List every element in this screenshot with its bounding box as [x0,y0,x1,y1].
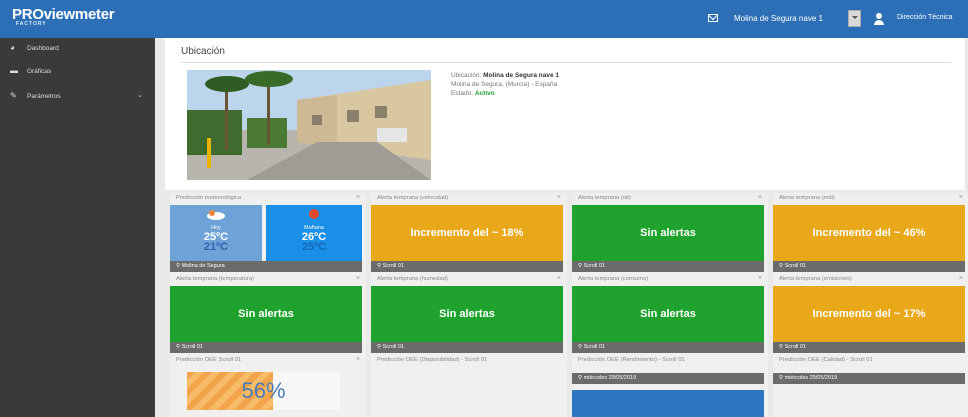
location-info: Ubicación: Molina de Segura nave 1 Molin… [451,72,560,97]
alert-message: Incremento del ~ 17% [812,308,926,320]
location-panel: Ubicación Ubicación: Molina de Segura na… [165,38,965,190]
alert-message: Sin alertas [640,308,696,320]
widget-footer: ⚲ Scroll 01 [170,342,362,353]
cloud-icon [207,210,225,220]
close-icon[interactable]: × [356,356,360,363]
alert-widget-temperatura: Alerta temprana (temperatura) × Sin alert… [170,274,366,356]
close-icon[interactable]: × [959,194,963,201]
widget-footer: ⚲ Molina de Segura [170,261,362,272]
page-title: Ubicación [181,46,225,57]
app-logo[interactable]: PROviewmeter FACTORY [12,6,115,27]
widget-footer: ⚲ Scroll 01 [572,342,764,353]
widget-footer: ⚲ Scroll 01 [371,342,563,353]
user-menu[interactable]: Dirección Técnica [897,14,953,21]
oee-gauge: 56% [187,372,340,410]
close-icon[interactable]: × [959,275,963,282]
alert-widget-humedad: Alerta temprana (humedad) × Sin alertas ⚲… [371,274,567,356]
user-icon[interactable] [874,13,884,25]
alert-message: Sin alertas [439,308,495,320]
alert-widget-noli: Alerta temprana (noli) × Incremento del ~… [773,193,968,275]
oee-calidad-widget: Predicción OEE (Calidad) - Scroll 01 ⚲ m… [773,355,968,417]
widget-footer: ⚲ miércoles 29/05/2019 [773,373,965,384]
close-icon[interactable]: × [557,194,561,201]
close-icon[interactable]: × [758,275,762,282]
chevron-down-icon: ⌄ [137,92,143,99]
plant-selector-label[interactable]: Molina de Segura nave 1 [734,14,823,23]
alert-message: Sin alertas [238,308,294,320]
mail-icon[interactable] [708,14,718,22]
oee-rendimiento-widget: Predicción OEE (Rendimiento) - Scroll 01… [572,355,768,417]
alert-message: Incremento del ~ 18% [410,227,524,239]
oee-value: 56% [241,378,286,403]
weather-widget: Predicción meteorológica × Hoy 25ºC 21ºC… [170,193,366,275]
sidebar-item-parametros[interactable]: ✎ Parámetros ⌄ [0,86,155,108]
widget-header: Predicción meteorológica × [170,193,366,205]
sidebar-item-dashboard[interactable]: ◕ Dashboard [0,38,155,60]
widget-footer: ⚲ miércoles 29/05/2019 [572,373,764,384]
widget-footer: ⚲ Scroll 01 [773,261,965,272]
sidebar-item-graficas[interactable]: ▬ Gráficas [0,61,155,83]
close-icon[interactable]: × [356,275,360,282]
sun-icon [309,209,319,219]
wrench-icon: ✎ [10,91,17,100]
oee-disponibilidad-widget: Predicción OEE (Disponibilidad) - Scroll… [371,355,567,417]
alert-widget-velocidad: Alerta temprana (velocidad) × Incremento … [371,193,567,275]
alert-widget-emisiones: Alerta temprana (emisiones) × Incremento … [773,274,968,356]
close-icon[interactable]: × [356,194,360,201]
close-icon[interactable]: × [758,194,762,201]
alert-message: Incremento del ~ 46% [812,227,926,239]
oee-prediction-widget: Predicción OEE Scroll 01 × 56% [170,355,366,417]
alert-message: Sin alertas [640,227,696,239]
widget-footer: ⚲ Scroll 01 [572,261,764,272]
location-photo [187,70,431,180]
sidebar: ◕ Dashboard ▬ Gráficas ✎ Parámetros ⌄ [0,38,155,417]
widget-footer: ⚲ Scroll 01 [773,342,965,353]
oee-rendimiento-chart [572,390,764,417]
main-content: Ubicación Ubicación: Molina de Segura na… [165,38,968,417]
weather-tomorrow: Mañana 26ºC 25ºC [266,205,362,261]
alert-widget-consumo: Alerta temprana (consumo) × Sin alertas ⚲… [572,274,768,356]
close-icon[interactable]: × [557,275,561,282]
plant-dropdown-button[interactable] [848,10,861,27]
divider [181,62,951,63]
dashboard-icon: ◕ [10,43,15,52]
folder-icon: ▬ [10,66,18,75]
weather-today: Hoy 25ºC 21ºC [170,205,262,261]
widget-footer: ⚲ Scroll 01 [371,261,563,272]
alert-widget-oit: Alerta temprana (oit) × Sin alertas ⚲ Scr… [572,193,768,275]
top-navbar: PROviewmeter FACTORY Molina de Segura na… [0,0,968,38]
status-badge: Activo [474,90,495,97]
